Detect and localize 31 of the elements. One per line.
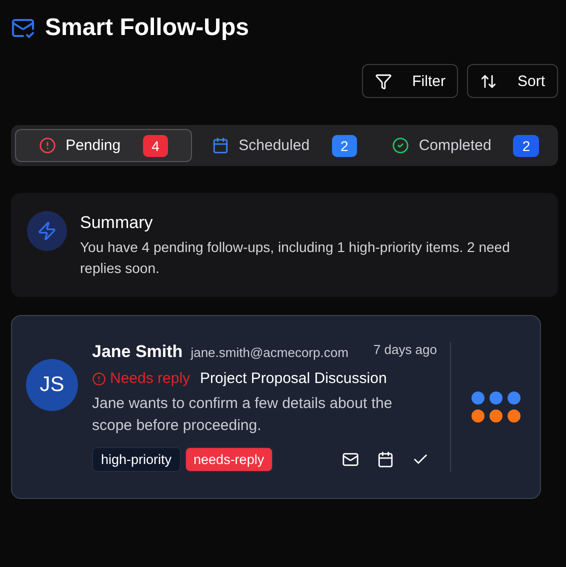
subject: Project Proposal Discussion [200, 370, 387, 387]
tag: needs-reply [184, 447, 274, 472]
filter-button[interactable]: Filter [362, 64, 458, 98]
sort-button[interactable]: Sort [467, 64, 558, 98]
timestamp: 7 days ago [373, 342, 437, 357]
sort-icon [480, 72, 498, 90]
avatar: JS [26, 359, 78, 411]
count-badge: 4 [142, 134, 168, 156]
lightning-icon [27, 211, 67, 251]
filter-icon [375, 72, 392, 90]
alert-icon [38, 137, 56, 154]
tab[interactable]: Pending 4 [15, 129, 192, 162]
count-badge: 2 [513, 134, 540, 156]
tab[interactable]: Completed 2 [377, 129, 554, 162]
check-circle-icon [392, 137, 409, 154]
tab[interactable]: Scheduled 2 [196, 129, 373, 162]
dots-icon [470, 391, 520, 423]
mail-icon[interactable] [342, 451, 359, 468]
message-preview: Jane wants to confirm a few details about the scope before proceeding. [92, 394, 394, 436]
status-label: Needs reply [92, 370, 190, 387]
summary-text: You have 4 pending follow-ups, including 1 high-priority items. 2 need replies soon. [80, 238, 511, 278]
count-badge: 2 [332, 134, 358, 156]
tag: high-priority [92, 447, 181, 472]
page-title: Smart Follow-Ups [45, 14, 250, 42]
calendar-icon [212, 137, 229, 154]
contact-email: jane.smith@acmecorp.com [190, 344, 348, 360]
calendar-icon[interactable] [377, 451, 394, 468]
mail-icon [11, 16, 35, 40]
summary-title: Summary [80, 213, 154, 233]
contact-name: Jane Smith [92, 342, 183, 362]
alert-icon [92, 372, 106, 386]
